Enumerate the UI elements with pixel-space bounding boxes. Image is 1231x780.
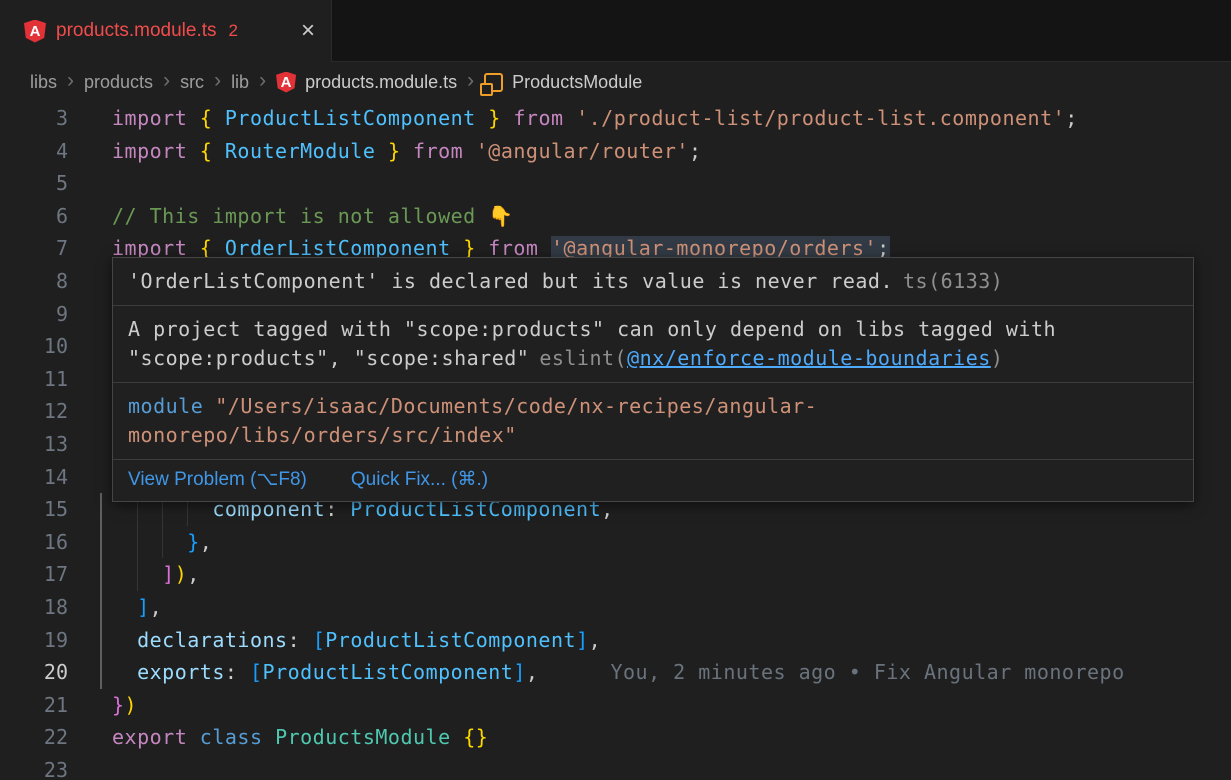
breadcrumb-item-symbol[interactable]: ProductsModule <box>512 72 642 93</box>
code-line[interactable]: 19 declarations: [ProductListComponent], <box>0 624 1231 657</box>
chevron-right-icon: › <box>466 70 475 94</box>
eslint-rule-link[interactable]: @nx/enforce-module-boundaries <box>627 346 991 370</box>
breadcrumb-item-lib[interactable]: lib <box>231 72 249 93</box>
code-text: }) <box>112 689 137 722</box>
indent-guide <box>137 526 138 559</box>
code-text: }, <box>112 526 212 559</box>
code-line[interactable]: 17 ]), <box>0 558 1231 591</box>
code-text: import { ProductListComponent } from './… <box>112 102 1078 135</box>
problems-badge: 2 <box>229 21 238 41</box>
code-line[interactable]: 23 <box>0 754 1231 779</box>
hover-module-info: module"/Users/isaac/Documents/code/nx-re… <box>113 383 1193 460</box>
view-problem-action[interactable]: View Problem (⌥F8) <box>128 468 307 491</box>
line-number: 10 <box>0 330 68 363</box>
line-number: 6 <box>0 200 68 233</box>
breadcrumb-item-libs[interactable]: libs <box>30 72 57 93</box>
line-number: 17 <box>0 558 68 591</box>
class-symbol-icon <box>484 73 503 92</box>
code-line[interactable]: 20 exports: [ProductListComponent],You, … <box>0 656 1231 689</box>
quick-fix-action[interactable]: Quick Fix... (⌘.) <box>351 468 488 491</box>
line-number: 14 <box>0 461 68 494</box>
hover-diagnostic-eslint: A project tagged with "scope:products" c… <box>113 306 1193 383</box>
chevron-right-icon: › <box>66 70 75 94</box>
breadcrumb-item-products[interactable]: products <box>84 72 153 93</box>
breadcrumb-item-filename[interactable]: products.module.ts <box>305 72 457 93</box>
eslint-source-suffix: ) <box>991 346 1004 370</box>
tab-filename: products.module.ts <box>56 20 217 42</box>
angular-icon: A <box>276 72 296 93</box>
chevron-right-icon: › <box>162 70 171 94</box>
ts-diagnostic-source: ts(6133) <box>903 269 1003 293</box>
line-number: 20 <box>0 656 68 689</box>
chevron-right-icon: › <box>213 70 222 94</box>
code-line[interactable]: 22 export class ProductsModule {} <box>0 721 1231 754</box>
code-line[interactable]: 21}) <box>0 689 1231 722</box>
code-line[interactable]: 5 <box>0 167 1231 200</box>
line-number: 21 <box>0 689 68 722</box>
eslint-source-prefix: eslint( <box>539 346 627 370</box>
line-number: 5 <box>0 167 68 200</box>
hover-diagnostic-ts: 'OrderListComponent' is declared but its… <box>113 258 1193 306</box>
ts-diagnostic-message: 'OrderListComponent' is declared but its… <box>128 269 893 293</box>
hover-popup: 'OrderListComponent' is declared but its… <box>112 257 1194 502</box>
line-number: 18 <box>0 591 68 624</box>
module-path: "/Users/isaac/Documents/code/nx-recipes/… <box>128 394 817 447</box>
modified-lines-indicator <box>100 493 102 689</box>
line-number: 19 <box>0 624 68 657</box>
line-number: 13 <box>0 428 68 461</box>
line-number: 7 <box>0 232 68 265</box>
code-editor: 3 import { ProductListComponent } from '.… <box>0 102 1231 779</box>
line-number: 23 <box>0 754 68 779</box>
line-number: 9 <box>0 298 68 331</box>
code-text: export class ProductsModule {} <box>112 721 488 754</box>
line-number: 8 <box>0 265 68 298</box>
indent-guide <box>137 558 138 591</box>
line-number: 3 <box>0 102 68 135</box>
indent-guide <box>162 526 163 559</box>
code-text: import { RouterModule } from '@angular/r… <box>112 135 702 168</box>
hover-actions: View Problem (⌥F8) Quick Fix... (⌘.) <box>113 460 1193 501</box>
angular-icon: A <box>24 20 46 43</box>
chevron-right-icon: › <box>258 70 267 94</box>
code-line[interactable]: 16 }, <box>0 526 1231 559</box>
vscode-window: A products.module.ts 2 × libs › products… <box>0 0 1231 779</box>
git-blame-annotation: You, 2 minutes ago • Fix Angular monorep… <box>610 660 1124 684</box>
line-number: 15 <box>0 493 68 526</box>
line-number: 11 <box>0 363 68 396</box>
code-text: // This import is not allowed 👇 <box>112 200 514 233</box>
code-text: ]), <box>112 558 200 591</box>
breadcrumb-item-src[interactable]: src <box>180 72 204 93</box>
module-keyword: module <box>128 394 203 418</box>
code-text: exports: [ProductListComponent],You, 2 m… <box>112 656 1125 689</box>
tab-products-module[interactable]: A products.module.ts 2 × <box>0 0 332 62</box>
close-tab-icon[interactable]: × <box>301 19 315 43</box>
code-line[interactable]: 4 import { RouterModule } from '@angular/… <box>0 135 1231 168</box>
code-line[interactable]: 18 ], <box>0 591 1231 624</box>
line-number: 16 <box>0 526 68 559</box>
line-number: 4 <box>0 135 68 168</box>
code-text: declarations: [ProductListComponent], <box>112 624 601 657</box>
line-number: 22 <box>0 721 68 754</box>
code-line[interactable]: 6 // This import is not allowed 👇 <box>0 200 1231 233</box>
line-number: 12 <box>0 395 68 428</box>
breadcrumb: libs › products › src › lib › A products… <box>0 62 1231 102</box>
tab-bar: A products.module.ts 2 × <box>0 0 1231 62</box>
code-text: ], <box>112 591 162 624</box>
code-line[interactable]: 3 import { ProductListComponent } from '.… <box>0 102 1231 135</box>
